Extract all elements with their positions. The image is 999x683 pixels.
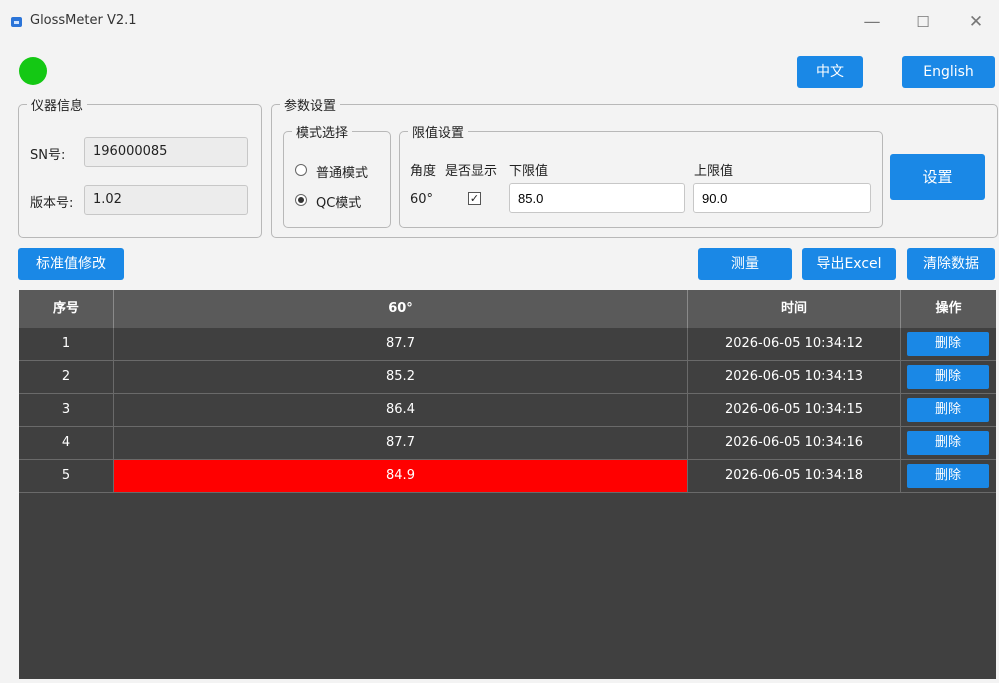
window-title: GlossMeter V2.1	[30, 13, 137, 28]
show-checkbox[interactable]: ✓	[468, 192, 481, 205]
row-index-cell: 2	[19, 361, 114, 393]
parameter-settings-legend: 参数设置	[284, 99, 337, 114]
clear-data-button[interactable]: 清除数据	[907, 248, 995, 280]
version-label: 版本号:	[30, 196, 74, 211]
app-icon	[11, 17, 22, 27]
table-row: 3 86.4 2026-06-05 10:34:15 删除	[19, 394, 996, 427]
column-header-index: 序号	[19, 290, 114, 328]
row-index-cell: 3	[19, 394, 114, 426]
limit-settings-legend: 限值设置	[412, 126, 465, 141]
maximize-icon[interactable]: ☐	[909, 10, 937, 34]
connection-status-indicator	[19, 57, 47, 85]
upper-limit-input[interactable]	[693, 183, 871, 213]
row-index-cell: 4	[19, 427, 114, 459]
angle-value: 60°	[410, 192, 434, 207]
version-field: 1.02	[84, 185, 248, 215]
device-info-legend: 仪器信息	[31, 99, 84, 114]
row-value-cell: 86.4	[114, 394, 688, 426]
angle-header: 角度	[410, 164, 437, 179]
lower-limit-input[interactable]	[509, 183, 685, 213]
minimize-icon[interactable]: —	[858, 10, 886, 34]
row-value-cell: 87.7	[114, 427, 688, 459]
table-row: 4 87.7 2026-06-05 10:34:16 删除	[19, 427, 996, 460]
close-icon[interactable]: ✕	[962, 10, 990, 34]
measurement-table: 序号 60° 时间 操作 1 87.7 2026-06-05 10:34:12 删除 2…	[19, 290, 996, 679]
column-header-time: 时间	[688, 290, 901, 328]
glossmeter-window: GlossMeter V2.1 — ☐ ✕ 中文 English 仪器信息 SN…	[0, 0, 999, 683]
english-language-button[interactable]: English	[902, 56, 995, 88]
delete-row-button[interactable]: 删除	[907, 332, 989, 356]
row-value-cell: 87.7	[114, 328, 688, 360]
row-value-cell: 84.9	[114, 460, 688, 492]
sn-field: 196000085	[84, 137, 248, 167]
row-time-cell: 2026-06-05 10:34:15	[688, 394, 901, 426]
delete-row-button[interactable]: 删除	[907, 431, 989, 455]
title-bar: GlossMeter V2.1 — ☐ ✕	[0, 0, 999, 46]
delete-row-button[interactable]: 删除	[907, 464, 989, 488]
export-excel-button[interactable]: 导出Excel	[802, 248, 896, 280]
row-time-cell: 2026-06-05 10:34:12	[688, 328, 901, 360]
sn-label: SN号:	[30, 148, 66, 163]
chinese-language-button[interactable]: 中文	[797, 56, 863, 88]
table-row: 5 84.9 2026-06-05 10:34:18 删除	[19, 460, 996, 493]
delete-row-button[interactable]: 删除	[907, 398, 989, 422]
row-index-cell: 1	[19, 328, 114, 360]
table-row: 1 87.7 2026-06-05 10:34:12 删除	[19, 328, 996, 361]
show-header: 是否显示	[445, 164, 498, 179]
qc-mode-label[interactable]: QC模式	[316, 192, 361, 211]
delete-row-button[interactable]: 删除	[907, 365, 989, 389]
modify-standard-button[interactable]: 标准值修改	[18, 248, 124, 280]
column-header-60deg: 60°	[114, 290, 688, 328]
mode-select-legend: 模式选择	[296, 126, 349, 141]
apply-settings-button[interactable]: 设置	[890, 154, 985, 200]
row-value-cell: 85.2	[114, 361, 688, 393]
row-index-cell: 5	[19, 460, 114, 492]
row-time-cell: 2026-06-05 10:34:13	[688, 361, 901, 393]
column-header-action: 操作	[935, 301, 962, 316]
table-header: 序号 60° 时间 操作	[19, 290, 996, 328]
qc-mode-radio[interactable]	[295, 194, 307, 206]
row-time-cell: 2026-06-05 10:34:18	[688, 460, 901, 492]
normal-mode-radio[interactable]	[295, 164, 307, 176]
normal-mode-label[interactable]: 普通模式	[316, 162, 368, 181]
lower-limit-header: 下限值	[509, 164, 549, 179]
measure-button[interactable]: 测量	[698, 248, 792, 280]
row-time-cell: 2026-06-05 10:34:16	[688, 427, 901, 459]
table-row: 2 85.2 2026-06-05 10:34:13 删除	[19, 361, 996, 394]
upper-limit-header: 上限值	[694, 164, 734, 179]
